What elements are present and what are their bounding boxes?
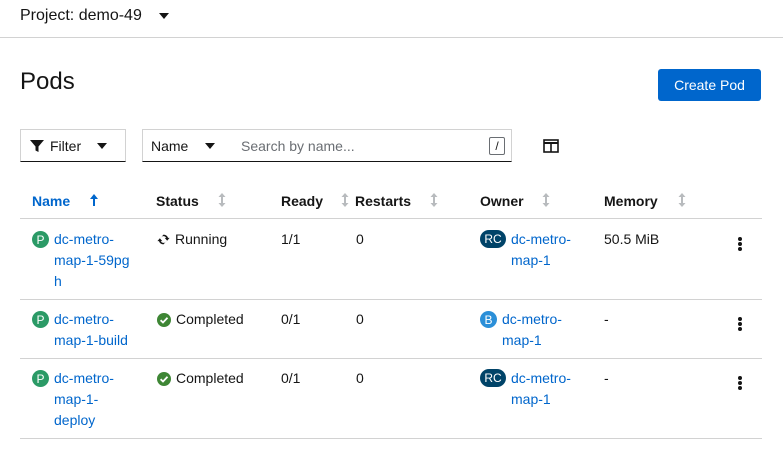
sort-icon[interactable]	[340, 192, 350, 208]
caret-down-icon	[97, 143, 107, 149]
pod-ready: 0/1	[281, 370, 301, 386]
sort-ascending-icon[interactable]	[89, 192, 99, 208]
column-header-ready[interactable]: Ready	[281, 193, 323, 209]
check-circle-icon	[157, 371, 171, 386]
filter-dropdown[interactable]: Filter	[20, 129, 126, 162]
sort-icon[interactable]	[541, 192, 551, 208]
project-selector[interactable]: Project: demo-49	[20, 7, 169, 25]
filter-label: Filter	[50, 137, 82, 154]
owner-link[interactable]: dc-metro- map-1	[502, 309, 562, 351]
pod-name-link[interactable]: dc-metro- map-1-59pg h	[54, 229, 130, 292]
owner-link[interactable]: dc-metro- map-1	[511, 368, 571, 410]
owner-resource-badge: RC	[480, 230, 506, 248]
owner-resource-badge: RC	[480, 369, 506, 387]
caret-down-icon	[205, 143, 215, 149]
project-label: Project: demo-49	[20, 7, 142, 24]
pod-memory: 50.5 MiB	[604, 231, 660, 247]
project-bar: Project: demo-49	[0, 0, 783, 38]
column-header-memory[interactable]: Memory	[604, 193, 658, 209]
row-actions-kebab[interactable]	[735, 316, 745, 332]
column-header-owner[interactable]: Owner	[480, 193, 524, 209]
column-header-name[interactable]: Name	[32, 193, 70, 209]
column-header-status[interactable]: Status	[156, 193, 199, 209]
sort-icon[interactable]	[429, 192, 439, 208]
page-title: Pods	[20, 68, 75, 95]
pod-restarts: 0	[356, 231, 364, 247]
pod-memory: -	[604, 370, 609, 386]
row-actions-kebab[interactable]	[735, 375, 745, 391]
pod-resource-badge: P	[32, 370, 49, 387]
sort-icon[interactable]	[677, 192, 687, 208]
pod-ready: 1/1	[281, 231, 301, 247]
keyboard-shortcut-hint: /	[489, 137, 505, 155]
filter-icon	[30, 139, 44, 153]
pod-memory: -	[604, 311, 609, 327]
pod-restarts: 0	[356, 311, 364, 327]
pod-name-link[interactable]: dc-metro- map-1-build	[54, 309, 128, 351]
pod-resource-badge: P	[32, 311, 49, 328]
pod-status: Running	[157, 229, 227, 250]
row-divider	[20, 438, 762, 439]
row-divider	[20, 358, 762, 359]
row-divider	[20, 299, 762, 300]
pod-status: Completed	[157, 309, 244, 330]
column-management-icon[interactable]	[543, 139, 559, 153]
pod-name-link[interactable]: dc-metro- map-1- deploy	[54, 368, 114, 431]
owner-resource-badge: B	[480, 311, 497, 328]
name-selector-label: Name	[151, 137, 189, 154]
sync-icon	[157, 234, 170, 245]
pod-status: Completed	[157, 368, 244, 389]
name-filter-selector[interactable]: Name	[142, 129, 234, 162]
table-header-divider	[20, 218, 762, 219]
row-actions-kebab[interactable]	[735, 236, 745, 252]
check-circle-icon	[157, 312, 171, 327]
pod-restarts: 0	[356, 370, 364, 386]
search-input[interactable]	[233, 129, 512, 162]
caret-down-icon	[158, 13, 169, 19]
create-pod-button[interactable]: Create Pod	[658, 69, 761, 101]
owner-link[interactable]: dc-metro- map-1	[511, 229, 571, 271]
sort-icon[interactable]	[217, 192, 227, 208]
column-header-restarts[interactable]: Restarts	[355, 193, 411, 209]
pod-resource-badge: P	[32, 231, 49, 248]
pod-ready: 0/1	[281, 311, 301, 327]
